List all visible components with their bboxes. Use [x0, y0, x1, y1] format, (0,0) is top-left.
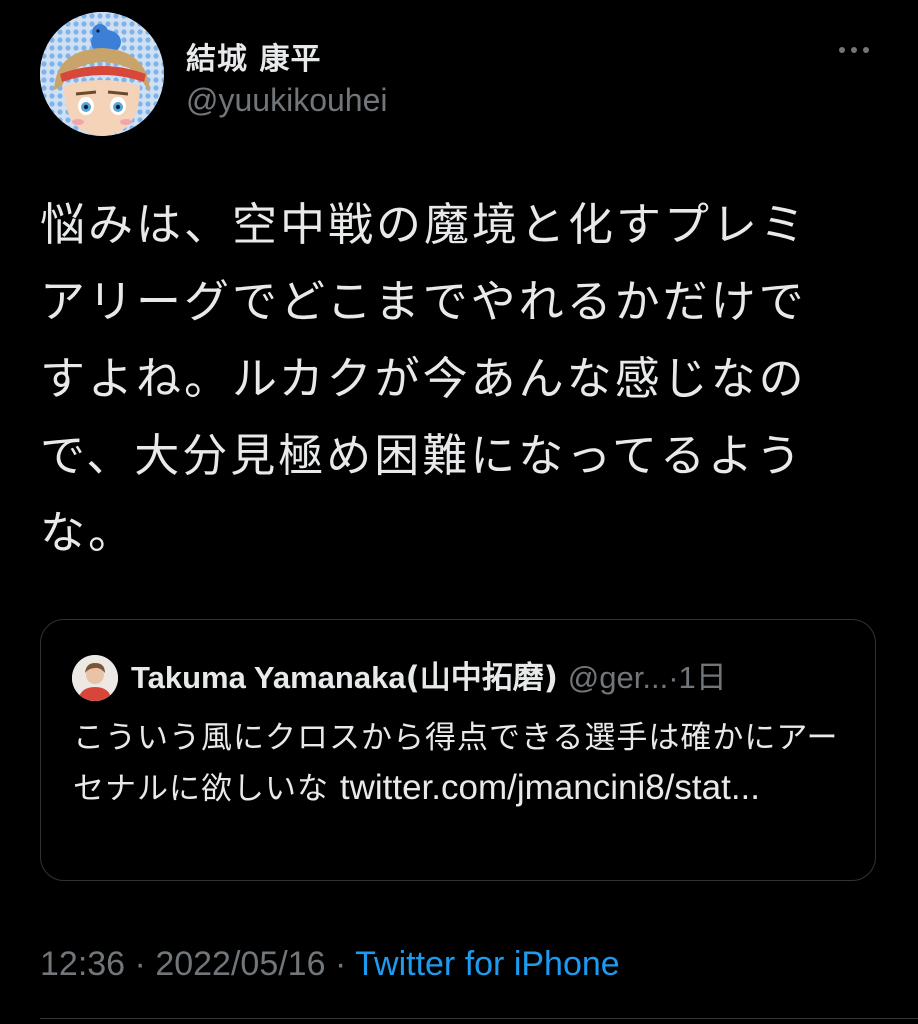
quoted-author-name: Takuma Yamanaka: [131, 660, 406, 695]
quoted-tweet-header: Takuma Yamanaka(山中拓磨) @ger...·1日: [131, 656, 727, 700]
tweet-text-line: すよね。ルカクが今あんな感じなの: [40, 352, 807, 405]
author-display-name[interactable]: 結城 康平: [186, 34, 321, 78]
tweet-meta: 12:36 · 2022/05/16 · Twitter for iPhone: [40, 940, 620, 988]
quoted-tweet-link[interactable]: twitter.com/jmancini8/stat...: [340, 768, 760, 807]
more-options-icon[interactable]: [836, 38, 872, 62]
quoted-author-name-jp: (山中拓磨): [405, 660, 558, 696]
tweet-text: 悩みは、空中戦の魔境と化すプレミ アリーグでどこまでやれるかだけで すよね。ルカ…: [40, 186, 870, 571]
quoted-tweet-text: こういう風にクロスから得点できる選手は確かにアーセナルに欲しいな twitter…: [73, 713, 853, 814]
tweet-text-line: 悩みは、空中戦の魔境と化すプレミ: [40, 198, 809, 251]
separator-dot: ·: [334, 945, 347, 983]
person-photo-icon: [72, 655, 118, 701]
tweet-text-line: で、大分見極め困難になってるよう: [40, 429, 804, 482]
tweet-time: 12:36: [40, 945, 126, 983]
separator-dot: ·: [668, 660, 679, 695]
tweet-text-line: な。: [40, 506, 137, 559]
tweet-source-link[interactable]: Twitter for iPhone: [355, 945, 620, 983]
separator-dot: ·: [134, 945, 146, 983]
divider: [40, 1018, 918, 1019]
quoted-tweet-card[interactable]: Takuma Yamanaka(山中拓磨) @ger...·1日 こういう風にク…: [40, 619, 876, 881]
tweet-date: 2022/05/16: [155, 945, 326, 983]
tweet-text-line: アリーグでどこまでやれるかだけで: [40, 275, 807, 328]
quoted-tweet-time: 1日: [678, 660, 727, 695]
illustrated-avatar-icon: [40, 12, 164, 136]
tweet-detail-view: 結城 康平 @yuukikouhei 悩みは、空中戦の魔境と化すプレミ アリーグ…: [0, 0, 918, 1024]
tweet-header: 結城 康平 @yuukikouhei: [40, 12, 880, 136]
quoted-author-handle: @ger...: [567, 660, 669, 695]
author-avatar[interactable]: [40, 12, 164, 136]
author-handle[interactable]: @yuukikouhei: [186, 82, 387, 119]
quoted-author-avatar: [72, 655, 118, 701]
